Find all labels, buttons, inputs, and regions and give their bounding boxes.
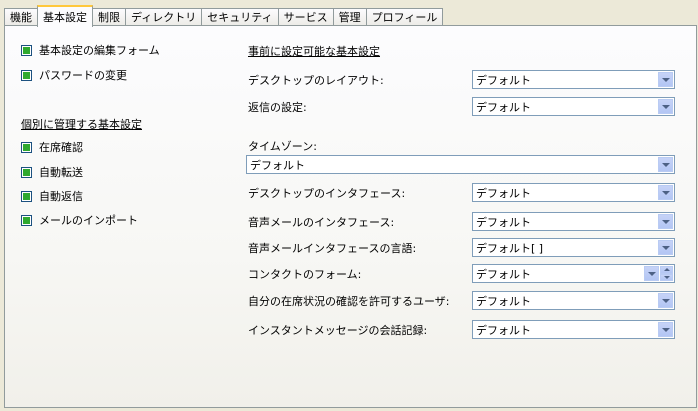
auto-forward-option[interactable]: 自動転送 <box>21 164 83 180</box>
presence-users-select[interactable]: デフォルト <box>472 291 675 310</box>
voicemail-interface-label: 音声メールのインタフェース: <box>248 216 395 229</box>
individual-settings-heading: 個別に管理する基本設定 <box>21 118 142 131</box>
spinner[interactable] <box>644 266 674 281</box>
reply-settings-label: 返信の設定: <box>248 101 307 114</box>
checkbox[interactable] <box>21 166 32 178</box>
checkbox[interactable] <box>21 190 32 202</box>
tab-restrictions[interactable]: 制限 <box>92 8 126 26</box>
desktop-layout-label: デスクトップのレイアウト: <box>248 74 384 87</box>
checkbox-label: 自動返信 <box>39 190 83 203</box>
checkbox[interactable] <box>21 44 32 56</box>
settings-panel: 基本設定の編集フォーム パスワードの変更 個別に管理する基本設定 在席確認 自動… <box>4 25 697 408</box>
chevron-down-icon[interactable] <box>658 72 673 87</box>
select-value: デフォルト <box>476 73 531 87</box>
chevron-down-icon[interactable] <box>658 322 673 337</box>
presence-users-label: 自分の在席状況の確認を許可するユーザ: <box>248 295 450 308</box>
checkbox-fill <box>23 192 30 200</box>
checkbox-label: メールのインポート <box>39 214 138 227</box>
checkbox[interactable] <box>21 69 32 81</box>
tab-bar: 機能 基本設定 制限 ディレクトリ セキュリティ サービス 管理 プロフィール <box>4 4 444 27</box>
checkbox[interactable] <box>21 141 32 153</box>
tab-profile[interactable]: プロフィール <box>365 8 444 26</box>
reply-settings-select[interactable]: デフォルト <box>472 97 675 116</box>
password-change-option[interactable]: パスワードの変更 <box>21 67 127 83</box>
tab-features[interactable]: 機能 <box>4 8 38 26</box>
tab-management[interactable]: 管理 <box>332 8 367 26</box>
timezone-label: タイムゾーン: <box>248 140 317 153</box>
checkbox-fill <box>23 216 30 224</box>
voicemail-language-select[interactable]: デフォルト[ ] <box>472 238 675 257</box>
checkbox-label: パスワードの変更 <box>39 69 127 82</box>
chevron-down-icon[interactable] <box>658 240 673 255</box>
mail-import-option[interactable]: メールのインポート <box>21 212 138 228</box>
checkbox-fill <box>23 143 30 151</box>
checkbox-label: 基本設定の編集フォーム <box>39 44 160 57</box>
voicemail-interface-select[interactable]: デフォルト <box>472 212 675 231</box>
up-down-stepper[interactable] <box>660 266 673 281</box>
contact-form-label: コンタクトのフォーム: <box>248 268 362 281</box>
im-history-label: インスタントメッセージの会話記録: <box>248 324 428 337</box>
checkbox-fill <box>23 71 30 79</box>
checkbox-label: 自動転送 <box>39 166 83 179</box>
desktop-interface-label: デスクトップのインタフェース: <box>248 187 406 200</box>
select-value: デフォルト <box>476 100 531 114</box>
select-value: デフォルト <box>476 323 531 337</box>
select-value: デフォルト <box>250 158 305 172</box>
select-value: デフォルト <box>476 186 531 200</box>
select-value: デフォルト <box>476 294 531 308</box>
presence-option[interactable]: 在席確認 <box>21 139 83 155</box>
timezone-select[interactable]: デフォルト <box>246 155 675 174</box>
chevron-down-icon[interactable] <box>658 185 673 200</box>
auto-reply-option[interactable]: 自動返信 <box>21 188 83 204</box>
tab-services[interactable]: サービス <box>277 8 334 26</box>
contact-form-select[interactable]: デフォルト <box>472 264 675 283</box>
chevron-down-icon[interactable] <box>644 266 659 281</box>
im-history-select[interactable]: デフォルト <box>472 320 675 339</box>
select-value: デフォルト <box>476 215 531 229</box>
select-value: デフォルト <box>476 267 531 281</box>
desktop-layout-select[interactable]: デフォルト <box>472 70 675 89</box>
chevron-down-icon[interactable] <box>658 293 673 308</box>
preset-settings-heading: 事前に設定可能な基本設定 <box>248 45 380 58</box>
desktop-interface-select[interactable]: デフォルト <box>472 183 675 202</box>
select-value: デフォルト[ ] <box>476 241 544 255</box>
edit-form-option[interactable]: 基本設定の編集フォーム <box>21 42 160 58</box>
tab-security[interactable]: セキュリティ <box>201 8 279 26</box>
checkbox[interactable] <box>21 214 32 226</box>
chevron-down-icon[interactable] <box>660 273 673 281</box>
checkbox-fill <box>23 46 30 54</box>
checkbox-label: 在席確認 <box>39 141 83 154</box>
chevron-down-icon[interactable] <box>658 99 673 114</box>
chevron-down-icon[interactable] <box>658 157 673 172</box>
checkbox-fill <box>23 168 30 176</box>
voicemail-language-label: 音声メールインタフェースの言語: <box>248 242 417 255</box>
tab-directory[interactable]: ディレクトリ <box>125 8 203 26</box>
chevron-up-icon[interactable] <box>660 266 673 274</box>
tab-basic-settings[interactable]: 基本設定 <box>37 5 93 27</box>
chevron-down-icon[interactable] <box>658 214 673 229</box>
